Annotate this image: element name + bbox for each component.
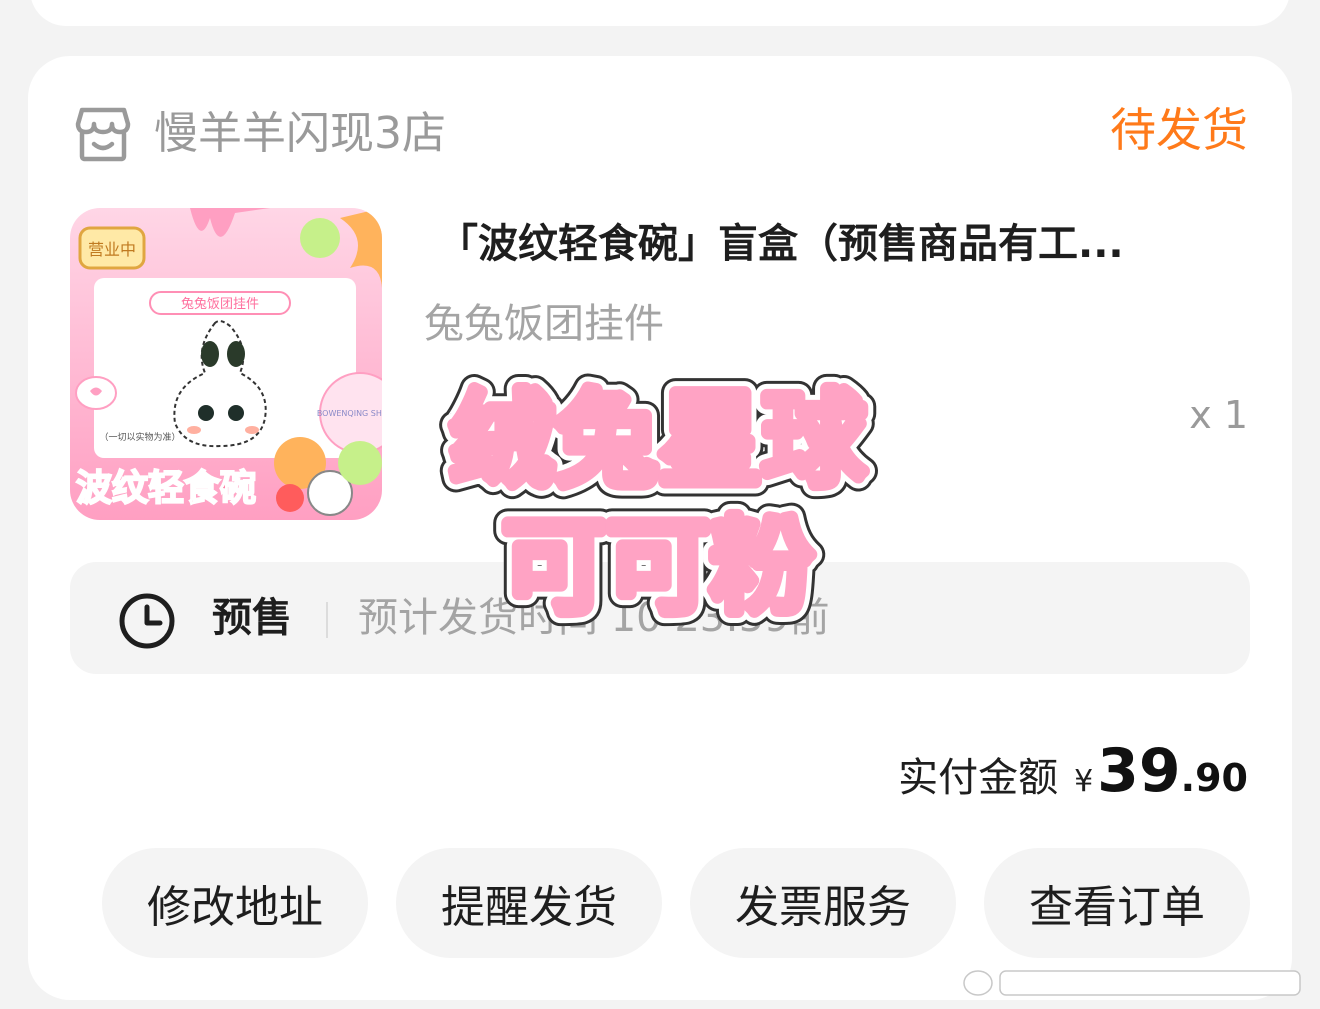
remind-shipping-button[interactable]: 提醒发货: [396, 848, 662, 958]
order-status: 待发货: [1110, 103, 1248, 157]
image-badge: 营业中: [88, 240, 136, 259]
invoice-service-button[interactable]: 发票服务: [690, 848, 956, 958]
view-order-button[interactable]: 查看订单: [984, 848, 1250, 958]
product-spec: 兔兔饭团挂件: [424, 301, 664, 347]
clock-icon: [119, 593, 175, 649]
presale-divider: [326, 602, 328, 638]
sticker-overlay: 绒兔星球 绒兔星球 绒兔星球 可可粉 可可粉 可可粉: [437, 366, 880, 641]
presale-label: 预售: [212, 595, 292, 641]
total-label: 实付金额: [898, 755, 1059, 801]
shop-icon: [75, 107, 131, 162]
image-brand: 波纹轻食碗: [76, 468, 256, 509]
total-amount-decimal: .90: [1180, 756, 1248, 800]
image-tag: BOWENQING SHIWAN: [317, 409, 382, 418]
modify-address-button[interactable]: 修改地址: [102, 848, 368, 958]
product-quantity: x 1: [1189, 393, 1248, 437]
watermark-logo: [963, 970, 1301, 996]
image-label: 兔兔饭团挂件: [181, 297, 259, 312]
sticker-line1: 绒兔星球: [450, 379, 867, 501]
image-note: （一切以实物为准）: [99, 431, 180, 443]
product-title[interactable]: 「波纹轻食碗」盲盒（预售商品有工...: [438, 214, 1248, 274]
payment-total: 实付金额 ¥ 39 .90: [898, 736, 1248, 806]
total-amount-integer: 39: [1097, 736, 1181, 806]
product-image[interactable]: 营业中 兔兔饭团挂件 （一切以实物为准） BOWENQING SHIWAN 波纹…: [70, 208, 382, 520]
shop-name[interactable]: 慢羊羊闪现3店: [154, 104, 446, 164]
previous-card-edge: [30, 0, 1290, 26]
currency-symbol: ¥: [1074, 764, 1094, 799]
sticker-line2: 可可粉: [502, 506, 814, 628]
